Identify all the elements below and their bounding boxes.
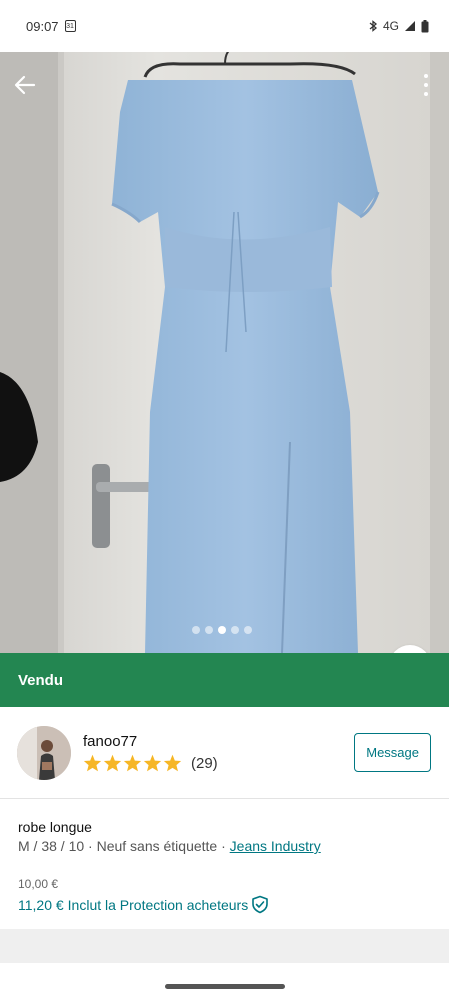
buyer-protection-label: Inclut la Protection acheteurs — [67, 896, 249, 913]
sold-label: Vendu — [18, 671, 64, 689]
shield-check-icon — [252, 895, 269, 914]
product-photo-gallery[interactable] — [0, 52, 449, 653]
status-bar: 09:07 31 4G — [0, 0, 449, 52]
status-time: 09:07 — [26, 18, 59, 34]
arrow-left-icon — [14, 75, 36, 95]
item-meta: M / 38 / 10 · Neuf sans étiquette · Jean… — [18, 838, 431, 854]
message-button[interactable]: Message — [354, 733, 431, 772]
review-count: (29) — [191, 754, 218, 772]
avatar[interactable] — [17, 725, 71, 780]
more-vertical-icon — [424, 74, 428, 78]
star-icon — [123, 754, 142, 772]
calendar-icon: 31 — [64, 20, 76, 32]
gallery-dot[interactable] — [218, 626, 226, 634]
back-button[interactable] — [12, 72, 38, 98]
star-icon — [143, 754, 162, 772]
seller-username[interactable]: fanoo77 — [83, 733, 354, 750]
home-indicator[interactable] — [165, 984, 285, 989]
item-title: robe longue — [18, 819, 92, 835]
item-size-condition: M / 38 / 10 · Neuf sans étiquette · — [18, 838, 230, 854]
price-total-row[interactable]: 11,20 € Inclut la Protection acheteurs — [18, 895, 431, 914]
more-options-button[interactable] — [421, 72, 431, 98]
star-icon — [103, 754, 122, 772]
network-label: 4G — [382, 19, 399, 33]
gallery-dot[interactable] — [231, 626, 239, 634]
bluetooth-icon — [369, 20, 377, 32]
star-icon — [163, 754, 182, 772]
price-original: 10,00 € — [18, 877, 59, 891]
item-details: robe longue M / 38 / 10 · Neuf sans étiq… — [0, 799, 449, 914]
section-divider — [0, 929, 449, 963]
sold-banner: Vendu — [0, 653, 449, 707]
brand-link[interactable]: Jeans Industry — [230, 838, 321, 854]
gallery-dot[interactable] — [192, 626, 200, 634]
seller-rating[interactable]: (29) — [83, 754, 354, 772]
gallery-page-indicator — [192, 626, 252, 634]
price-total: 11,20 € — [18, 896, 64, 913]
star-icon — [83, 754, 102, 772]
rating-stars — [83, 754, 182, 772]
gallery-dot[interactable] — [205, 626, 213, 634]
avatar-photo — [17, 725, 71, 780]
seller-section[interactable]: fanoo77 (29) Message — [0, 707, 449, 799]
signal-icon — [405, 21, 415, 31]
gallery-dot[interactable] — [244, 626, 252, 634]
battery-icon — [421, 19, 429, 32]
product-photo — [0, 52, 449, 653]
